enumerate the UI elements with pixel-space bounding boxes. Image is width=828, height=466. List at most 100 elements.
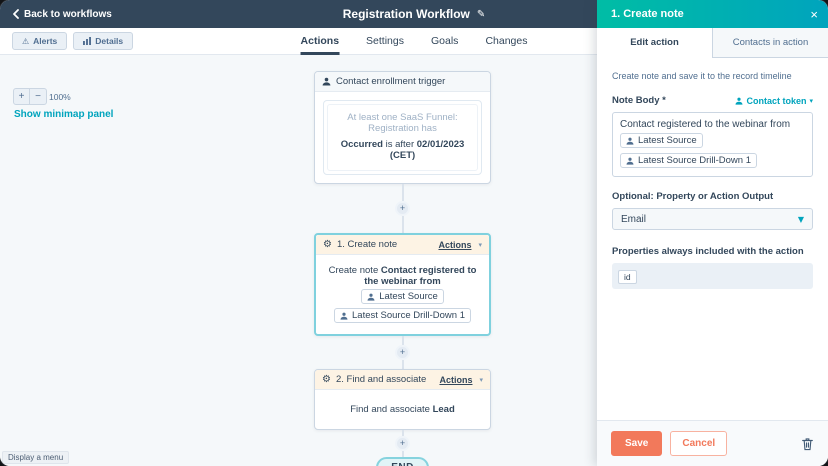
contact-token-link[interactable]: Contact token ▾ <box>735 96 813 106</box>
zoom-controls: + − <box>13 88 47 105</box>
connector-line <box>402 216 404 233</box>
trigger-filter-box[interactable]: At least one SaaS Funnel: Registration h… <box>323 100 482 175</box>
add-action-button-3[interactable]: + <box>395 436 410 451</box>
save-button[interactable]: Save <box>611 431 662 456</box>
chevron-left-icon <box>12 9 19 19</box>
tab-edit-action[interactable]: Edit action <box>597 28 712 58</box>
workflow-flow-column: Contact enrollment trigger At least one … <box>314 71 491 466</box>
edit-action-panel: 1. Create note × Edit action Contacts in… <box>597 0 828 466</box>
optional-label: Optional: Property or Action Output <box>612 191 773 202</box>
find-associate-header: ⚙ 2. Find and associate Actions ▾ <box>315 370 490 390</box>
back-to-workflows-link[interactable]: Back to workflows <box>12 0 112 28</box>
chart-bars-icon <box>83 37 91 45</box>
caret-down-icon: ▾ <box>809 97 813 105</box>
edit-pencil-icon[interactable]: ✎ <box>477 9 485 20</box>
delete-action-trash-icon[interactable] <box>801 437 814 451</box>
token-label: Latest Source Drill-Down 1 <box>638 155 751 166</box>
add-action-button-1[interactable]: + <box>395 201 410 216</box>
included-properties-box: id <box>612 263 813 289</box>
token-row: Latest Source <box>620 131 805 150</box>
note-body-editor[interactable]: Contact registered to the webinar from L… <box>612 112 813 177</box>
details-label: Details <box>95 36 123 46</box>
trigger-card-header: Contact enrollment trigger <box>315 72 490 92</box>
show-minimap-link[interactable]: Show minimap panel <box>14 109 113 120</box>
node2-body-prefix: Find and associate <box>350 404 432 415</box>
tab-settings[interactable]: Settings <box>366 28 404 55</box>
close-icon[interactable]: × <box>810 8 818 21</box>
end-node: END <box>376 457 429 466</box>
token-label: Latest Source <box>638 135 697 146</box>
selected-value: Email <box>621 214 798 225</box>
note-body-label: Note Body * <box>612 95 666 106</box>
tab-actions[interactable]: Actions <box>301 28 340 55</box>
find-associate-body: Find and associate Lead <box>315 390 490 429</box>
contact-person-icon <box>367 293 375 301</box>
caret-down-icon: ▾ <box>478 241 482 249</box>
connector-line <box>402 360 404 369</box>
gear-icon: ⚙ <box>322 375 331 385</box>
cancel-button[interactable]: Cancel <box>670 431 727 456</box>
contact-person-icon <box>626 137 634 145</box>
main-tabs: Actions Settings Goals Changes <box>301 28 528 55</box>
properties-label: Properties always included with the acti… <box>612 246 804 257</box>
note-body-row: Note Body * Contact token ▾ <box>612 95 813 106</box>
left-buttons: ⚠ Alerts Details <box>12 32 133 50</box>
workflow-canvas[interactable]: + − 100% Show minimap panel Display a me… <box>0 55 597 466</box>
token-chip-latest-source[interactable]: Latest Source <box>620 133 703 148</box>
property-chip-id: id <box>618 270 637 284</box>
token-label: Latest Source Drill-Down 1 <box>352 310 465 321</box>
tab-changes[interactable]: Changes <box>485 28 527 55</box>
alerts-label: Alerts <box>33 36 57 46</box>
optional-row: Optional: Property or Action Output <box>612 191 813 202</box>
contact-person-icon <box>626 157 634 165</box>
token-label: Latest Source <box>379 291 438 302</box>
caret-down-icon: ▼ <box>798 215 804 224</box>
workflow-title-text: Registration Workflow <box>343 7 470 21</box>
zoom-in-button[interactable]: + <box>14 89 30 104</box>
node2-body-bold: Lead <box>433 404 455 415</box>
details-button[interactable]: Details <box>73 32 133 50</box>
panel-title: 1. Create note <box>611 8 810 20</box>
create-note-card[interactable]: ⚙ 1. Create note Actions ▾ Create note Co… <box>314 233 491 336</box>
back-label: Back to workflows <box>24 9 112 20</box>
zoom-level: 100% <box>49 92 71 102</box>
create-note-title: 1. Create note <box>337 239 434 250</box>
tab-contacts-in-action[interactable]: Contacts in action <box>712 28 828 57</box>
trigger-criteria: At least one SaaS Funnel: Registration h… <box>332 112 473 134</box>
find-associate-card[interactable]: ⚙ 2. Find and associate Actions ▾ Find an… <box>314 369 491 430</box>
contact-person-icon <box>340 312 348 320</box>
zoom-out-button[interactable]: − <box>30 89 46 104</box>
trigger-card-body: At least one SaaS Funnel: Registration h… <box>315 92 490 183</box>
trigger-occurred: Occurred <box>341 139 383 150</box>
panel-footer: Save Cancel <box>597 420 828 466</box>
connector-line <box>402 336 404 345</box>
token-chip-latest-source: Latest Source <box>361 289 444 304</box>
properties-row: Properties always included with the acti… <box>612 246 813 257</box>
gear-icon: ⚙ <box>323 240 332 250</box>
create-note-body: Create note Contact registered to the we… <box>316 255 489 334</box>
property-select[interactable]: Email ▼ <box>612 208 813 230</box>
add-action-button-2[interactable]: + <box>395 345 410 360</box>
node1-actions-menu[interactable]: Actions <box>438 240 471 250</box>
panel-tabs: Edit action Contacts in action <box>597 28 828 58</box>
token-row: Latest Source Drill-Down 1 <box>620 151 805 170</box>
panel-description: Create note and save it to the record ti… <box>612 71 813 81</box>
panel-header: 1. Create note × <box>597 0 828 28</box>
contact-token-label: Contact token <box>746 96 806 106</box>
workflow-editor-window: Back to workflows Registration Workflow … <box>0 0 828 466</box>
trigger-title: Contact enrollment trigger <box>336 76 483 87</box>
tab-goals[interactable]: Goals <box>431 28 458 55</box>
display-menu-hint: Display a menu <box>2 451 69 464</box>
node2-actions-menu[interactable]: Actions <box>439 375 472 385</box>
node1-body-prefix: Create note <box>329 265 381 276</box>
token-chip-drilldown: Latest Source Drill-Down 1 <box>334 308 471 323</box>
trigger-is-after: is after <box>383 139 417 150</box>
alerts-button[interactable]: ⚠ Alerts <box>12 32 67 50</box>
token-chip-drilldown[interactable]: Latest Source Drill-Down 1 <box>620 153 757 168</box>
node1-body-bold: Contact registered to the webinar from <box>364 265 476 287</box>
enrollment-trigger-card[interactable]: Contact enrollment trigger At least one … <box>314 71 491 184</box>
caret-down-icon: ▾ <box>479 376 483 384</box>
find-associate-title: 2. Find and associate <box>336 374 435 385</box>
panel-body: Create note and save it to the record ti… <box>597 58 828 420</box>
connector-line <box>402 184 404 201</box>
